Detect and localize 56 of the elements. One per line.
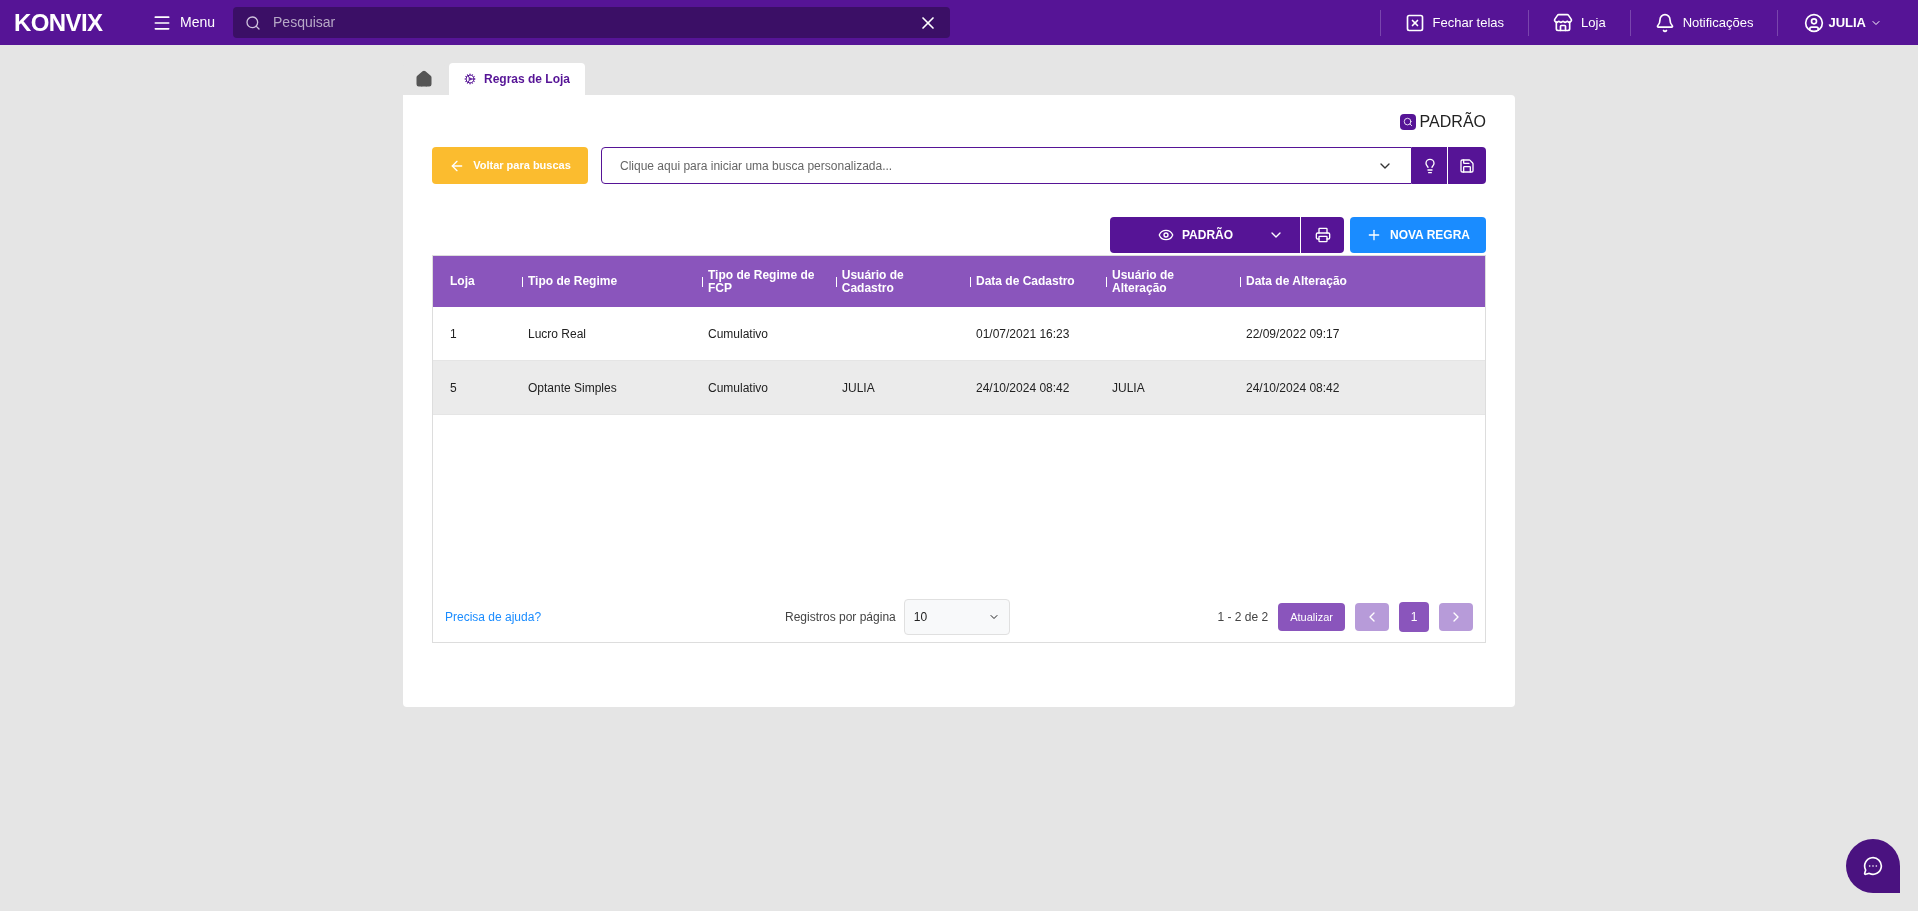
table-row[interactable]: 5 Optante Simples Cumulativo JULIA 24/10/2024 08:42 JULIA 24/10/2024 08:42 xyxy=(433,361,1485,415)
home-icon xyxy=(415,70,433,88)
user-menu[interactable]: JULIA xyxy=(1778,12,1908,33)
logo[interactable]: KONVIX xyxy=(14,4,132,41)
printer-icon xyxy=(1314,227,1331,243)
page-button[interactable]: 1 xyxy=(1399,602,1429,632)
toolbar-button[interactable]: Loja xyxy=(1529,12,1630,33)
table-cell: Cumulativo xyxy=(708,380,769,395)
help-link[interactable]: Precisa de ajuda? xyxy=(445,608,785,626)
table-cell: 24/10/2024 08:42 xyxy=(1246,380,1340,395)
column-header[interactable]: Tipo de Regime de FCP xyxy=(708,268,816,295)
column-header[interactable]: Usuário de Cadastro xyxy=(841,268,930,295)
bell-icon xyxy=(1654,12,1675,33)
chat-icon xyxy=(1863,856,1883,876)
column-header[interactable]: Data de Alteração xyxy=(1246,275,1347,288)
eye-icon xyxy=(1158,227,1174,243)
user-icon xyxy=(1804,12,1825,33)
search-icon xyxy=(245,14,262,31)
plus-icon xyxy=(1366,227,1382,243)
table-cell: Cumulativo xyxy=(708,326,769,341)
save-button[interactable] xyxy=(1448,147,1486,184)
custom-search-field[interactable]: Clique aqui para iniciar uma busca personalizada... xyxy=(601,147,1412,184)
table-cell: 01/07/2021 16:23 xyxy=(976,326,1070,341)
table-cell: JULIA xyxy=(842,380,875,395)
page-size-label: Registros por página xyxy=(785,609,896,626)
close-window-icon xyxy=(1404,12,1425,33)
menu-button[interactable]: Menu xyxy=(152,12,216,33)
view-select[interactable]: PADRÃO xyxy=(1110,217,1300,253)
column-header[interactable]: Data de Cadastro xyxy=(976,275,1075,288)
table-cell: 5 xyxy=(450,380,457,395)
toolbar-button[interactable]: Fechar telas xyxy=(1380,12,1529,33)
table-cell: 1 xyxy=(450,326,457,341)
page-tab[interactable]: Regras de Loja xyxy=(449,63,586,95)
search-icon xyxy=(1399,114,1416,130)
chat-button[interactable] xyxy=(1846,839,1900,893)
print-button[interactable] xyxy=(1301,217,1344,253)
save-icon xyxy=(1459,157,1475,174)
record-range: 1 - 2 de 2 xyxy=(1217,609,1269,626)
toolbar-button[interactable]: Notificações xyxy=(1630,12,1778,33)
table-cell: 24/10/2024 08:42 xyxy=(976,380,1070,395)
search-field[interactable]: Pesquisar xyxy=(233,7,951,38)
view-label: PADRÃO xyxy=(1419,111,1486,132)
column-header[interactable]: Loja xyxy=(450,275,475,288)
tips-button[interactable] xyxy=(1412,147,1448,184)
table-cell: Optante Simples xyxy=(528,380,617,395)
new-rule-button[interactable]: NOVA REGRA xyxy=(1350,217,1486,253)
column-header[interactable]: Usuário de Alteração xyxy=(1112,268,1220,295)
store-icon xyxy=(1553,12,1574,33)
custom-search-input[interactable]: Clique aqui para iniciar uma busca personalizada... xyxy=(620,156,1377,175)
table-cell: JULIA xyxy=(1112,380,1145,395)
table-cell: 22/09/2022 09:17 xyxy=(1246,326,1340,341)
refresh-button[interactable]: Atualizar xyxy=(1278,603,1345,631)
search-input[interactable]: Pesquisar xyxy=(273,12,907,33)
page-size-select[interactable]: 10 xyxy=(903,599,1010,635)
table-cell: Lucro Real xyxy=(528,326,587,341)
column-header[interactable]: Tipo de Regime xyxy=(528,275,618,288)
